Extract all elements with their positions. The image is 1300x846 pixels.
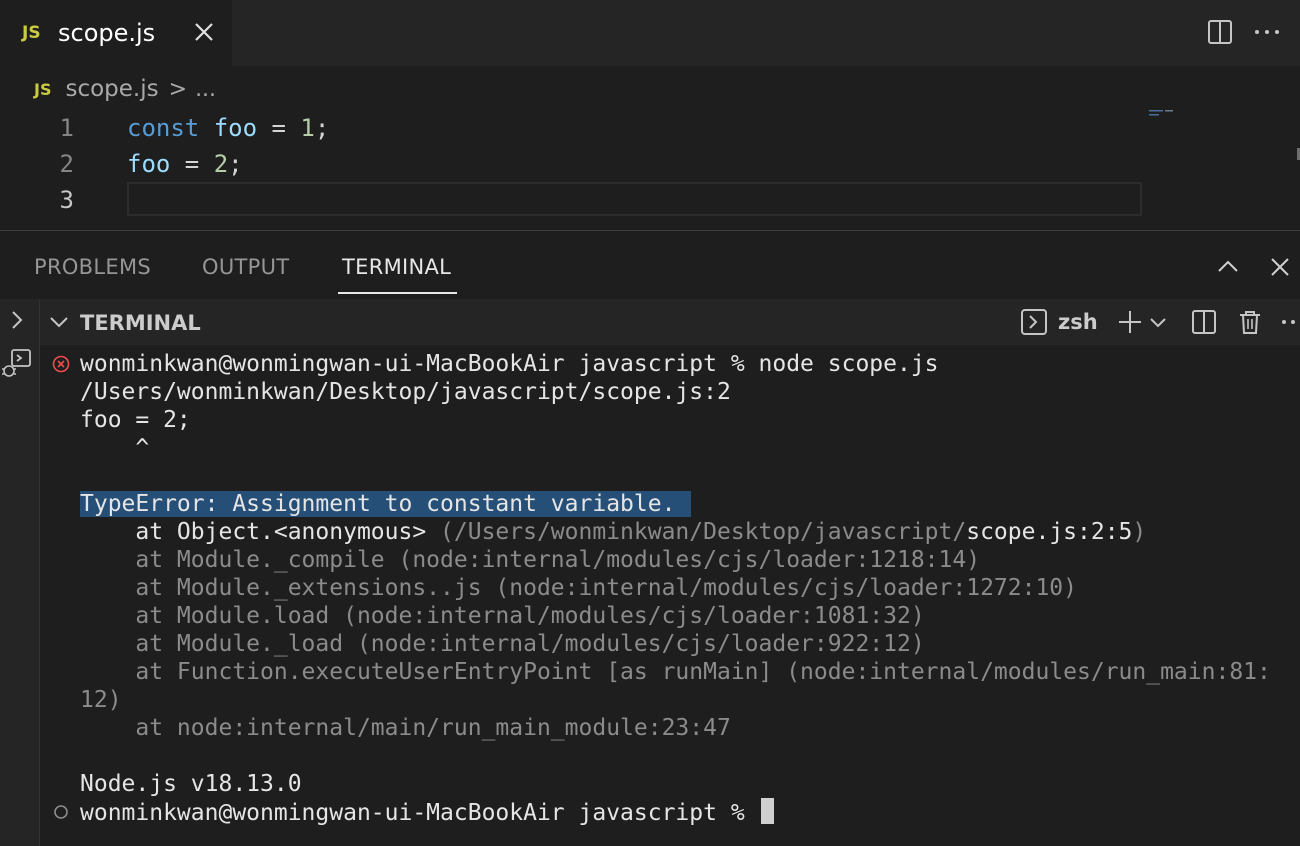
error-message-line: TypeError: Assignment to constant variab… bbox=[80, 490, 692, 518]
code-token: foo bbox=[213, 114, 258, 142]
stack-frame: at Module._compile (node:internal/module… bbox=[80, 547, 981, 573]
terminal-cursor bbox=[760, 798, 774, 824]
chevron-down-icon[interactable] bbox=[1148, 308, 1168, 336]
stack-frame-wrap: 12) bbox=[80, 687, 122, 713]
code-token: = bbox=[170, 150, 214, 178]
error-decoration-icon[interactable] bbox=[52, 355, 70, 373]
error-source-line: foo = 2; bbox=[80, 407, 191, 433]
editor-actions bbox=[1190, 0, 1300, 66]
debug-console-icon[interactable] bbox=[0, 345, 36, 381]
code-content: foo = 2; bbox=[127, 150, 243, 178]
stack-frame: at Function.executeUserEntryPoint [as ru… bbox=[80, 659, 1271, 685]
more-actions-icon[interactable] bbox=[1280, 308, 1300, 336]
javascript-file-icon: JS bbox=[22, 23, 41, 43]
stack-frame-path: (/Users/wonminkwan/Desktop/javascript/ bbox=[440, 519, 967, 545]
chevron-right-icon[interactable] bbox=[4, 307, 30, 333]
chevron-right-icon: > bbox=[168, 76, 188, 102]
editor-tab-bar: JS scope.js bbox=[0, 0, 1300, 66]
maximize-panel-icon[interactable] bbox=[1214, 253, 1242, 281]
error-location: /Users/wonminkwan/Desktop/javascript/sco… bbox=[80, 379, 731, 405]
code-content: const foo = 1; bbox=[127, 114, 329, 142]
tab-scope-js[interactable]: JS scope.js bbox=[0, 0, 232, 66]
trash-icon[interactable] bbox=[1236, 308, 1264, 336]
code-token: 2 bbox=[213, 150, 229, 178]
node-version: Node.js v18.13.0 bbox=[80, 771, 302, 797]
stack-frame-file[interactable]: scope.js:2:5 bbox=[966, 519, 1132, 545]
breadcrumb-file[interactable]: scope.js bbox=[65, 76, 158, 102]
stack-frame: at Module.load (node:internal/modules/cj… bbox=[80, 603, 925, 629]
code-token: ; bbox=[228, 150, 243, 178]
terminal-side-strip bbox=[0, 299, 40, 846]
line-number: 3 bbox=[59, 186, 74, 214]
code-line[interactable]: 3 bbox=[0, 182, 1142, 218]
terminal-prompt-icon[interactable] bbox=[1020, 308, 1048, 336]
code-line[interactable]: 2 foo = 2; bbox=[0, 146, 1142, 182]
breadcrumb: JS scope.js > ... bbox=[0, 70, 216, 108]
panel-tab-bar: PROBLEMS OUTPUT TERMINAL bbox=[0, 231, 1300, 299]
code-token: ; bbox=[314, 114, 330, 142]
terminal-output[interactable]: wonminkwan@wonmingwan-ui-MacBookAir java… bbox=[40, 345, 1300, 846]
stack-frame-close: ) bbox=[1132, 519, 1147, 545]
more-actions-icon[interactable] bbox=[1252, 18, 1282, 46]
tab-problems[interactable]: PROBLEMS bbox=[34, 255, 151, 279]
split-terminal-icon[interactable] bbox=[1190, 308, 1218, 336]
code-token: 1 bbox=[300, 114, 315, 142]
terminal-section-title: TERMINAL bbox=[80, 311, 201, 335]
javascript-file-icon: JS bbox=[34, 79, 52, 99]
terminal-prompt: wonminkwan@wonmingwan-ui-MacBookAir java… bbox=[80, 800, 759, 826]
stack-frame: at Module._extensions..js (node:internal… bbox=[80, 575, 1077, 601]
tab-output[interactable]: OUTPUT bbox=[202, 255, 289, 279]
terminal-command-line: wonminkwan@wonmingwan-ui-MacBookAir java… bbox=[80, 351, 939, 377]
terminal-shell-name[interactable]: zsh bbox=[1058, 310, 1098, 334]
stack-frame: at Module._load (node:internal/modules/c… bbox=[80, 631, 925, 657]
breadcrumb-symbols[interactable]: ... bbox=[195, 77, 216, 102]
selected-error-message[interactable]: TypeError: Assignment to constant variab… bbox=[80, 491, 692, 517]
code-token: const bbox=[127, 114, 200, 142]
line-number: 1 bbox=[59, 114, 74, 142]
stack-frame-text: at Object.<anonymous> bbox=[80, 519, 441, 545]
code-token: = bbox=[257, 114, 301, 142]
active-tab-indicator bbox=[338, 292, 457, 294]
code-editor[interactable]: 1 const foo = 1; 2 foo = 2; 3 bbox=[0, 108, 1300, 230]
line-number: 2 bbox=[59, 150, 74, 178]
chevron-down-icon[interactable] bbox=[48, 311, 70, 333]
stack-frame: at Object.<anonymous> (/Users/wonminkwan… bbox=[80, 518, 1146, 546]
minimap[interactable] bbox=[1148, 108, 1180, 118]
terminal-header: TERMINAL zsh bbox=[40, 299, 1300, 345]
terminal-actions: zsh bbox=[1018, 299, 1300, 345]
stack-frame: at node:internal/main/run_main_module:23… bbox=[80, 715, 731, 741]
new-terminal-icon[interactable] bbox=[1116, 308, 1144, 336]
tab-terminal[interactable]: TERMINAL bbox=[342, 255, 451, 279]
tab-label: scope.js bbox=[58, 19, 156, 47]
error-caret: ^ bbox=[80, 435, 150, 461]
close-icon[interactable] bbox=[190, 18, 218, 46]
terminal-prompt-line[interactable]: wonminkwan@wonmingwan-ui-MacBookAir java… bbox=[80, 798, 774, 826]
command-decoration-icon[interactable] bbox=[53, 804, 69, 820]
close-panel-icon[interactable] bbox=[1266, 253, 1294, 281]
code-token: foo bbox=[127, 150, 171, 178]
split-editor-icon[interactable] bbox=[1206, 18, 1234, 46]
code-line[interactable]: 1 const foo = 1; bbox=[0, 110, 1142, 146]
